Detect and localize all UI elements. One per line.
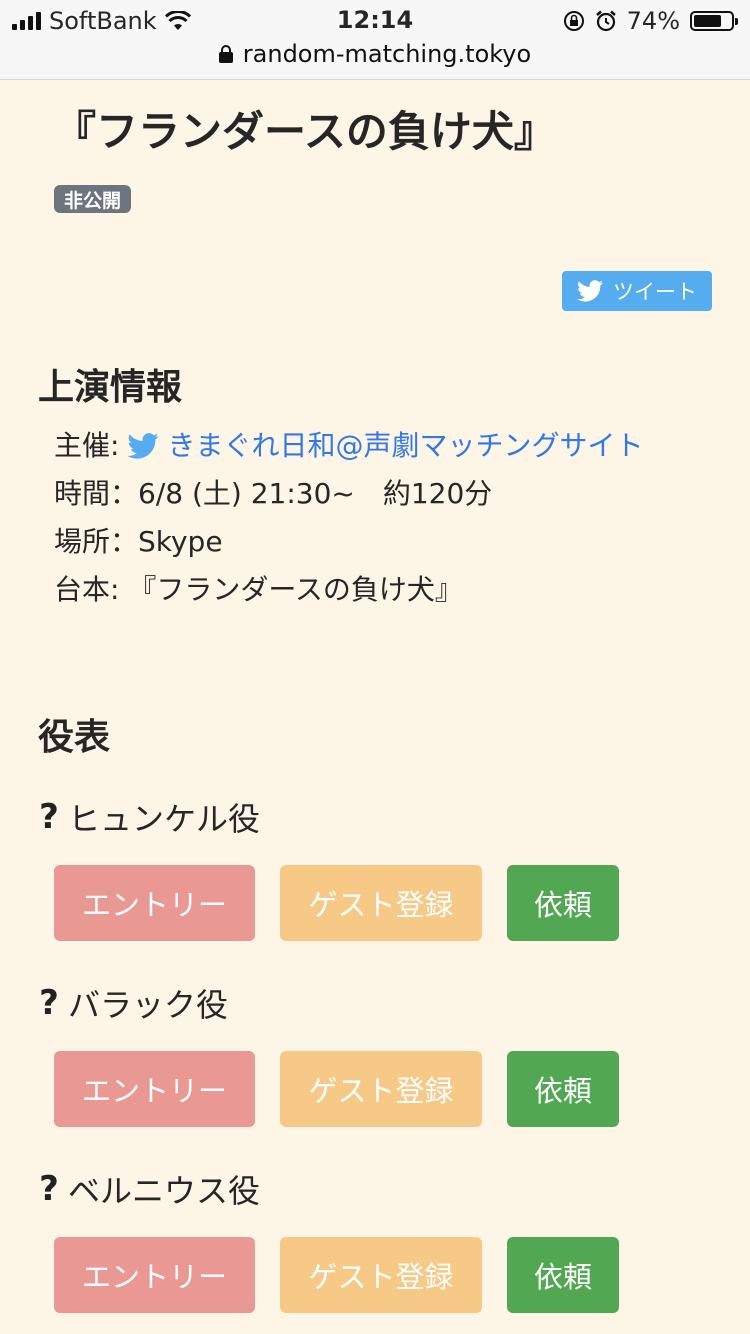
rotation-lock-icon [563, 11, 584, 31]
performance-info: 主催: きまぐれ日和@声劇マッチングサイト 時間：6/8 (土) 21:30~ … [54, 422, 643, 614]
host-name: きまぐれ日和@声劇マッチングサイト [167, 429, 644, 462]
battery-fill [694, 15, 721, 27]
role-actions: エントリー ゲスト登録 依頼 [54, 1237, 654, 1313]
guest-register-button[interactable]: ゲスト登録 [280, 1237, 482, 1313]
url-text: random-matching.tokyo [242, 40, 532, 68]
twitter-bird-icon [577, 280, 603, 302]
status-right: 74% [563, 7, 738, 35]
alarm-icon [595, 10, 616, 32]
time-row: 時間：6/8 (土) 21:30~ 約120分 [54, 477, 493, 510]
question-icon: ? [39, 983, 59, 1023]
role-actions: エントリー ゲスト登録 依頼 [54, 865, 654, 941]
question-icon: ? [39, 797, 59, 837]
script-row: 台本: 『フランダースの負け犬』 [54, 573, 463, 606]
battery-icon [690, 11, 738, 31]
tweet-button[interactable]: ツイート [562, 271, 712, 311]
guest-register-button[interactable]: ゲスト登録 [280, 1051, 482, 1127]
guest-register-button[interactable]: ゲスト登録 [280, 865, 482, 941]
battery-percent: 74% [626, 7, 680, 35]
twitter-bird-icon [127, 433, 160, 459]
page-title: 『フランダースの負け犬』 [54, 107, 556, 156]
role-actions: エントリー ゲスト登録 依頼 [54, 1051, 654, 1127]
place-row: 場所：Skype [54, 525, 223, 558]
private-badge: 非公開 [54, 185, 132, 213]
status-bar: SoftBank 12:14 74% random-matching.tokyo [0, 0, 750, 80]
tweet-label: ツイート [613, 280, 697, 304]
host-link[interactable]: きまぐれ日和@声劇マッチングサイト [127, 422, 643, 470]
request-button[interactable]: 依頼 [507, 1237, 619, 1313]
section-title-cast: 役表 [38, 717, 111, 758]
role-name: ベルニウス役 [68, 1172, 261, 1210]
entry-button[interactable]: エントリー [54, 1051, 255, 1127]
request-button[interactable]: 依頼 [507, 1051, 619, 1127]
host-row: 主催: きまぐれ日和@声劇マッチングサイト [54, 422, 643, 470]
request-button[interactable]: 依頼 [507, 865, 619, 941]
question-icon: ? [39, 1169, 59, 1209]
lock-icon [218, 45, 233, 63]
address-bar[interactable]: random-matching.tokyo [0, 40, 750, 68]
role-label: ? ヒュンケル役 [36, 794, 260, 840]
role-label: ? バラック役 [36, 980, 228, 1026]
entry-button[interactable]: エントリー [54, 1237, 255, 1313]
role-name: バラック役 [68, 986, 229, 1024]
entry-button[interactable]: エントリー [54, 865, 255, 941]
role-name: ヒュンケル役 [68, 800, 261, 838]
section-title-performance: 上演情報 [38, 367, 183, 408]
role-label: ? ベルニウス役 [36, 1166, 260, 1212]
host-label: 主催: [54, 429, 120, 462]
